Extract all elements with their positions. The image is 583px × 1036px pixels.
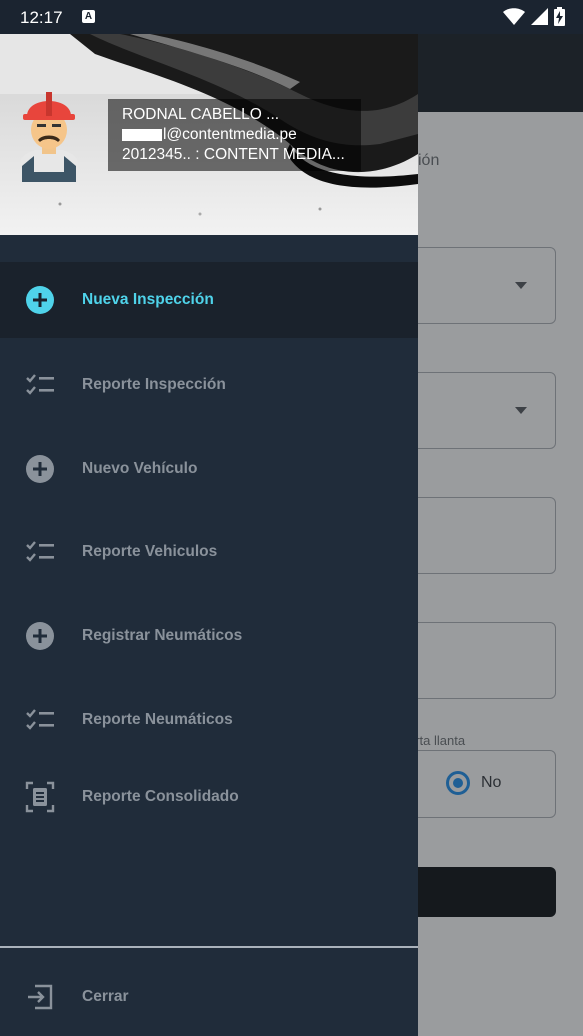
- signal-icon: [531, 8, 548, 25]
- background-submit-button: [400, 867, 556, 917]
- background-dropdown-2: [400, 372, 556, 449]
- radio-selected-icon: [446, 771, 470, 795]
- logout-label: Cerrar: [82, 988, 129, 1005]
- notification-a-icon: A: [82, 10, 95, 23]
- menu-item-registrar-neumaticos[interactable]: Registrar Neumáticos: [0, 598, 418, 674]
- menu-item-label: Nuevo Vehículo: [82, 460, 198, 477]
- menu-item-label: Reporte Consolidado: [82, 788, 239, 805]
- menu-item-label: Registrar Neumáticos: [82, 627, 243, 644]
- profile-info: RODNAL CABELLO ... l@contentmedia.pe 201…: [108, 99, 361, 171]
- menu-item-label: Nueva Inspección: [82, 291, 214, 308]
- menu-item-reporte-neumaticos[interactable]: Reporte Neumáticos: [0, 682, 418, 758]
- drawer-divider: [0, 946, 418, 948]
- add-circle-icon: [24, 453, 56, 485]
- document-scan-icon: [24, 781, 56, 813]
- status-time: 12:17: [20, 8, 63, 27]
- chevron-down-icon: [515, 282, 527, 289]
- logout-icon: [24, 981, 56, 1013]
- menu-item-label: Reporte Neumáticos: [82, 711, 233, 728]
- background-partial-text: ión: [418, 152, 440, 169]
- menu-item-label: Reporte Inspección: [82, 376, 226, 393]
- background-radio-group: [400, 750, 556, 818]
- menu-item-reporte-inspeccion[interactable]: Reporte Inspección: [0, 347, 418, 423]
- add-circle-icon: [24, 620, 56, 652]
- status-icons: [503, 7, 565, 26]
- chevron-down-icon: [515, 407, 527, 414]
- navigation-drawer: RODNAL CABELLO ... l@contentmedia.pe 201…: [0, 0, 418, 1036]
- menu-item-reporte-consolidado[interactable]: Reporte Consolidado: [0, 759, 418, 835]
- worker-avatar-icon: [20, 92, 78, 182]
- profile-name: RODNAL CABELLO ...: [122, 106, 280, 123]
- wifi-icon: [503, 8, 525, 25]
- checklist-icon: [24, 536, 56, 568]
- menu-item-nueva-inspeccion[interactable]: Nueva Inspección: [0, 262, 418, 338]
- profile-email: l@contentmedia.pe: [163, 126, 297, 143]
- background-radio-no-label: No: [481, 774, 502, 791]
- status-bar: 12:17 A: [0, 0, 583, 34]
- menu-item-reporte-vehiculos[interactable]: Reporte Vehiculos: [0, 514, 418, 590]
- add-circle-icon: [24, 284, 56, 316]
- menu-item-cerrar[interactable]: Cerrar: [0, 959, 418, 1035]
- menu-item-nuevo-vehiculo[interactable]: Nuevo Vehículo: [0, 431, 418, 507]
- checklist-icon: [24, 704, 56, 736]
- redaction-block: [122, 128, 162, 141]
- profile-email-row: l@contentmedia.pe: [122, 125, 361, 145]
- background-dropdown-1: [400, 247, 556, 324]
- battery-charging-icon: [554, 7, 565, 26]
- drawer-header: RODNAL CABELLO ... l@contentmedia.pe 201…: [0, 34, 418, 235]
- menu-item-label: Reporte Vehiculos: [82, 543, 218, 560]
- checklist-icon: [24, 369, 56, 401]
- profile-company: 2012345.. : CONTENT MEDIA...: [122, 146, 345, 163]
- background-text-field-2: [400, 622, 556, 699]
- background-text-field-1: [400, 497, 556, 574]
